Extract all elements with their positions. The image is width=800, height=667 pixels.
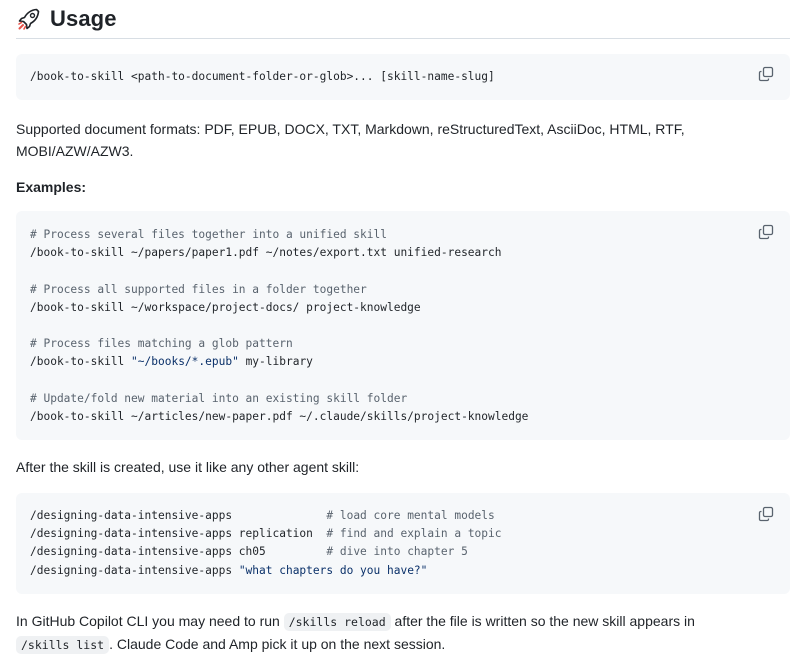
examples-label: Examples: xyxy=(16,179,87,195)
copy-icon xyxy=(758,506,774,522)
copy-button[interactable] xyxy=(758,66,774,82)
code-string: "what chapters do you have?" xyxy=(238,563,428,577)
code-command: /book-to-skill ~/articles/new-paper.pdf … xyxy=(30,410,529,424)
code-comment: # load core mental models xyxy=(326,509,495,522)
code-comment: # dive into chapter 5 xyxy=(326,545,468,559)
page-title: Usage xyxy=(50,6,117,31)
section-heading: Usage xyxy=(16,0,790,39)
code-command: my-library xyxy=(238,355,313,369)
code-comment: # Process files matching a glob pattern xyxy=(30,337,293,351)
code-command: /designing-data-intensive-apps xyxy=(30,509,327,522)
code-comment: # find and explain a topic xyxy=(326,527,502,541)
code-command: /book-to-skill xyxy=(30,355,132,369)
code-command: /designing-data-intensive-apps ch05 xyxy=(30,545,327,559)
examples-code-block: # Process several files together into a … xyxy=(16,211,790,440)
copilot-text-part: . Claude Code and Amp pick it up on the … xyxy=(109,636,446,652)
code-command: /designing-data-intensive-apps xyxy=(30,563,239,577)
code-command: /designing-data-intensive-apps replicati… xyxy=(30,527,327,541)
usage-code-block: /book-to-skill <path-to-document-folder-… xyxy=(16,54,790,100)
code-comment: # Process all supported files in a folde… xyxy=(30,282,367,296)
code-comment: # Process several files together into a … xyxy=(30,228,387,241)
usage-command: /book-to-skill <path-to-document-folder-… xyxy=(30,70,495,83)
copy-icon xyxy=(758,224,774,240)
code-comment: # Update/fold new material into an exist… xyxy=(30,391,408,405)
copy-button[interactable] xyxy=(758,506,774,522)
skill-usage-code-block: /designing-data-intensive-apps # load co… xyxy=(16,493,790,594)
rocket-icon xyxy=(16,6,42,32)
readme-section: Usage /book-to-skill <path-to-document-f… xyxy=(0,0,800,667)
inline-code-skills-list: /skills list xyxy=(16,636,110,654)
usage-code: /book-to-skill <path-to-document-folder-… xyxy=(16,54,790,86)
copy-icon xyxy=(758,66,774,82)
copilot-cli-text: In GitHub Copilot CLI you may need to ru… xyxy=(16,610,786,656)
skill-usage-code: /designing-data-intensive-apps # load co… xyxy=(16,493,790,580)
examples-code: # Process several files together into a … xyxy=(16,211,790,426)
after-created-text: After the skill is created, use it like … xyxy=(16,459,360,475)
inline-code-skills-reload: /skills reload xyxy=(283,613,391,631)
code-string: "~/books/*.epub" xyxy=(131,355,239,369)
copy-button[interactable] xyxy=(758,224,774,240)
copilot-text-part: after the file is written so the new ski… xyxy=(390,613,695,629)
copilot-text-part: In GitHub Copilot CLI you may need to ru… xyxy=(16,613,284,629)
supported-formats-text: Supported document formats: PDF, EPUB, D… xyxy=(16,121,685,159)
code-command: /book-to-skill ~/papers/paper1.pdf ~/not… xyxy=(30,246,502,260)
code-command: /book-to-skill ~/workspace/project-docs/… xyxy=(30,300,421,314)
